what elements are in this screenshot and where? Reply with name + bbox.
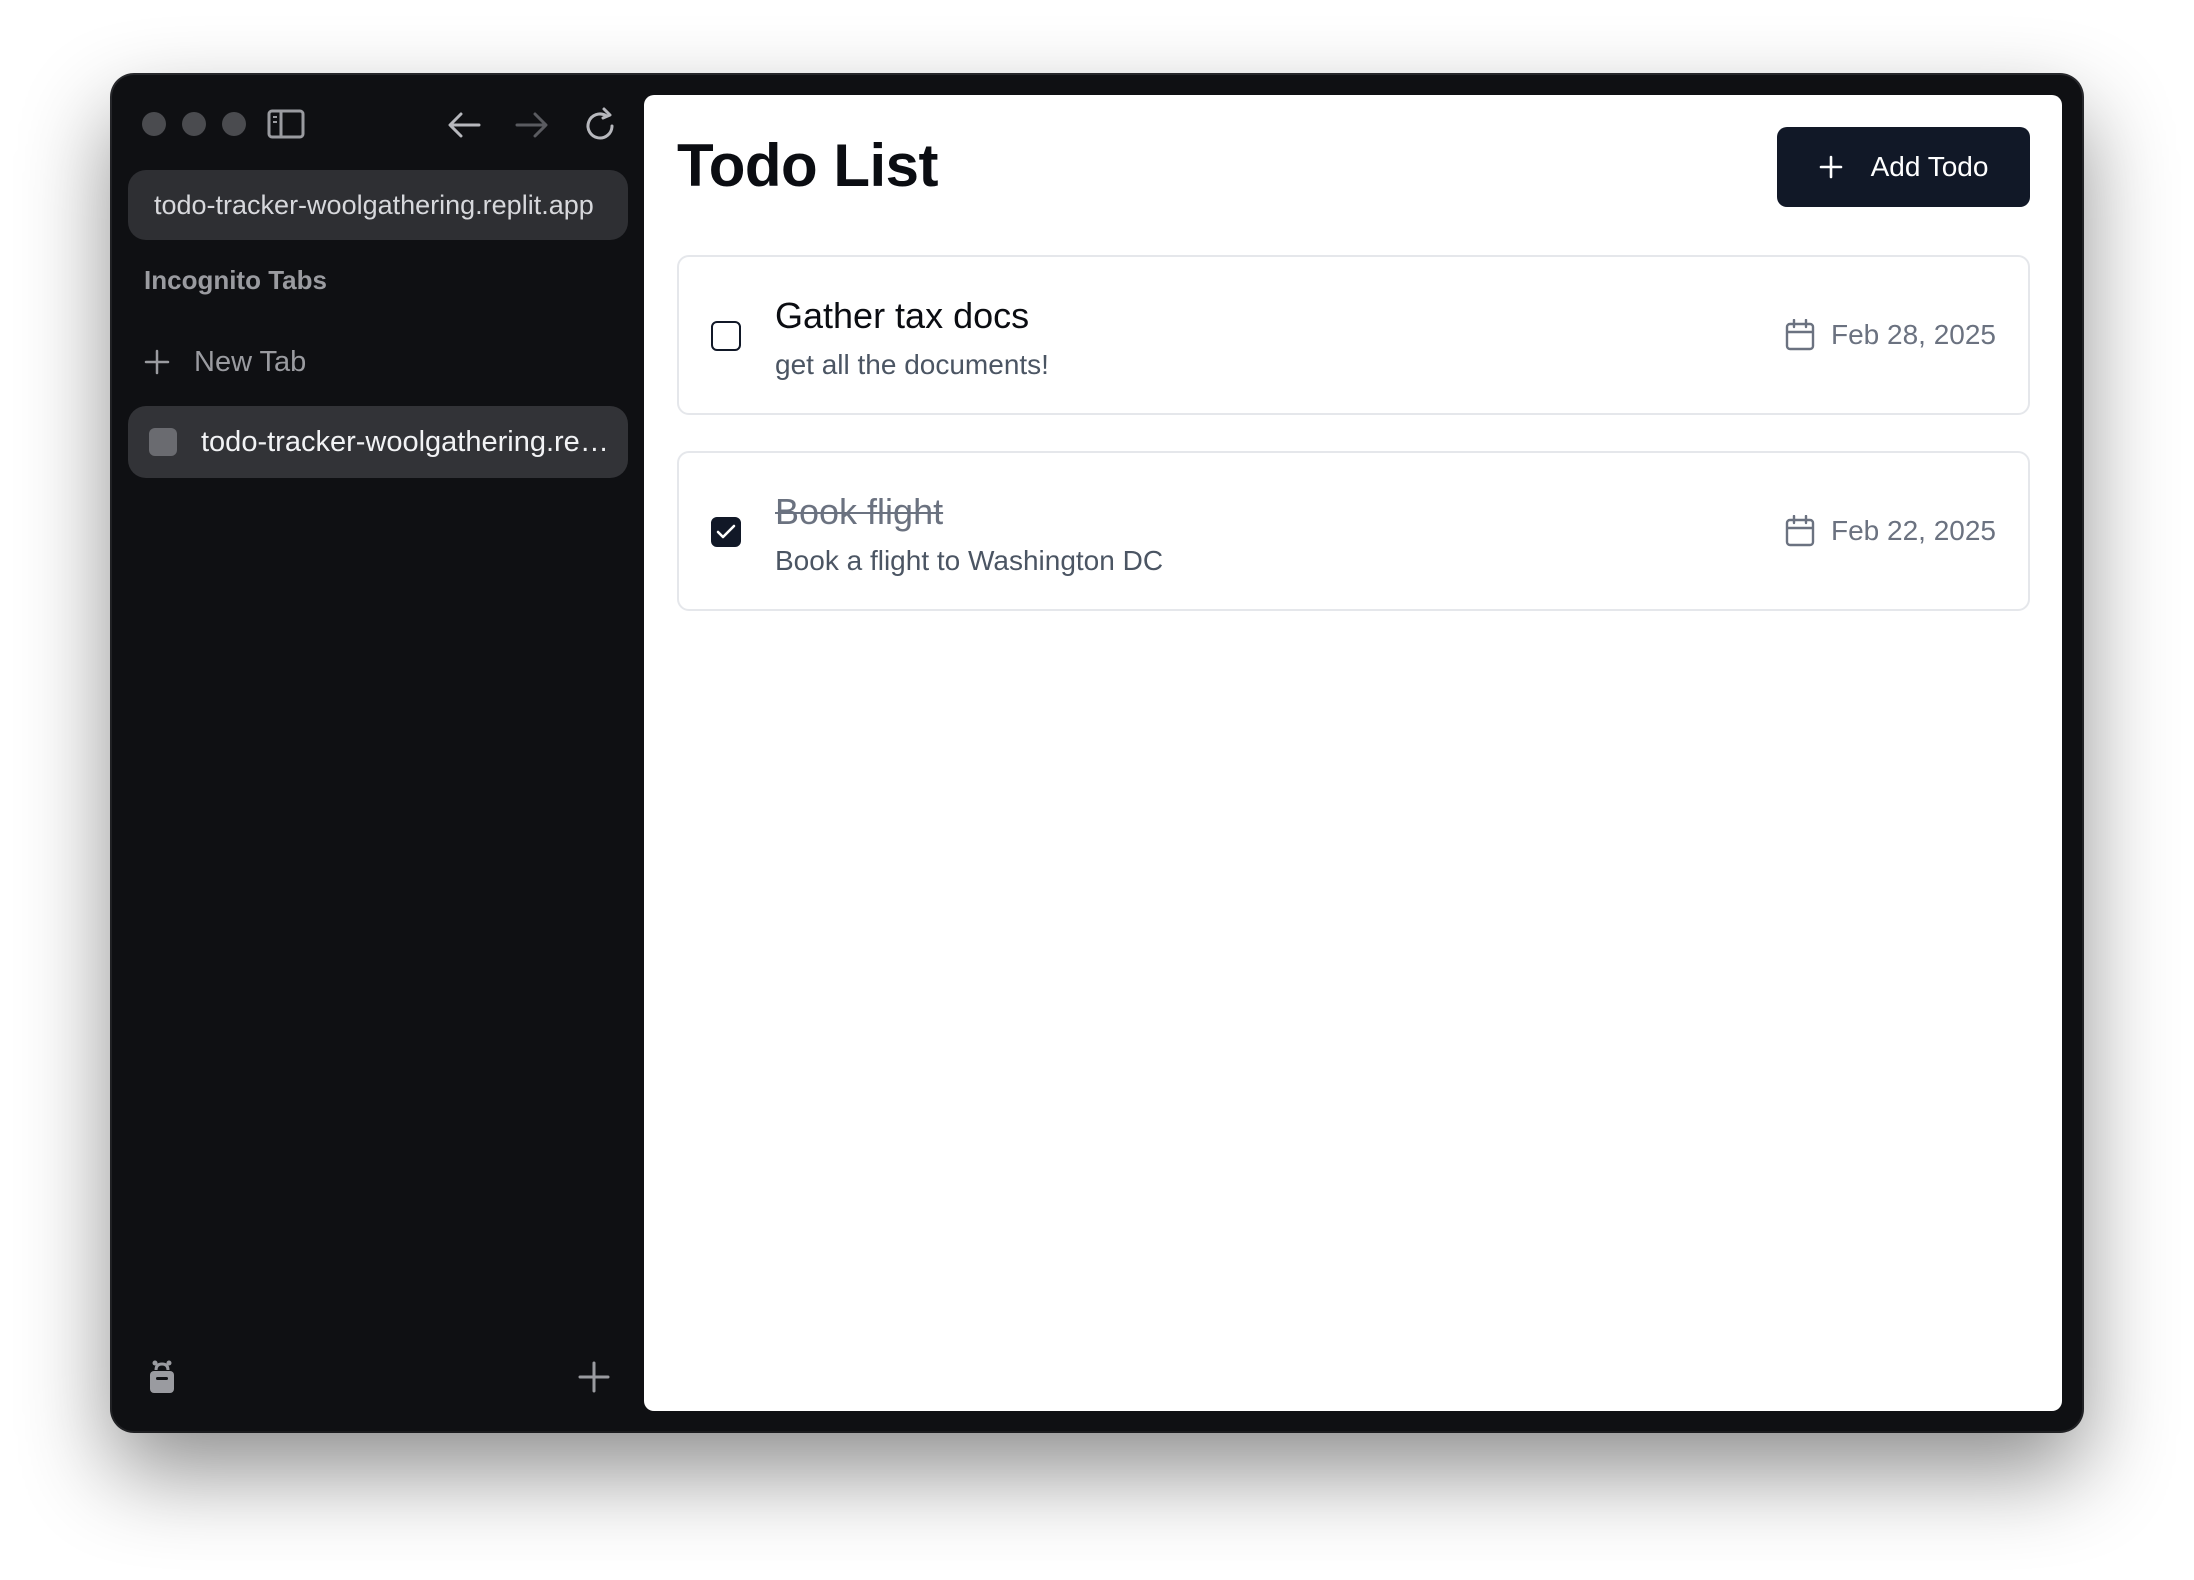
tab-title: todo-tracker-woolgathering.replit.app: [201, 425, 611, 458]
url-bar[interactable]: todo-tracker-woolgathering.replit.app: [128, 170, 628, 240]
incognito-tabs-label: Incognito Tabs: [144, 265, 327, 295]
browser-sidebar: todo-tracker-woolgathering.replit.app In…: [112, 75, 644, 1431]
todo-date-text: Feb 22, 2025: [1830, 515, 1996, 546]
add-todo-button[interactable]: Add Todo: [1777, 127, 2030, 207]
page-content: Todo List Add Todo Gather tax docs get a…: [644, 95, 2062, 1411]
add-todo-label: Add Todo: [1870, 151, 1989, 182]
plus-icon: [1819, 155, 1843, 179]
todo-checkbox-checked[interactable]: [711, 517, 741, 547]
new-tab-button[interactable]: New Tab: [144, 340, 306, 384]
todo-title: Book flight: [775, 491, 944, 532]
todo-title: Gather tax docs: [775, 295, 1030, 336]
todo-due-date: Feb 22, 2025: [1785, 515, 1996, 547]
todo-due-date: Feb 28, 2025: [1785, 319, 1996, 351]
todo-item: Book flight Book a flight to Washington …: [677, 451, 2030, 611]
new-tab-label: New Tab: [194, 345, 307, 378]
tab-todo-tracker[interactable]: todo-tracker-woolgathering.replit.app: [128, 406, 628, 478]
browser-window: todo-tracker-woolgathering.replit.app In…: [112, 75, 2082, 1431]
add-tab-plus-icon[interactable]: [574, 1357, 614, 1397]
todo-checkbox[interactable]: [711, 321, 741, 351]
checkmark-icon: [716, 524, 736, 539]
incognito-icon[interactable]: [142, 1357, 182, 1397]
maximize-window-button[interactable]: [222, 112, 246, 136]
favicon-icon: [149, 428, 177, 456]
calendar-icon: [1785, 319, 1815, 351]
plus-icon: [144, 349, 170, 375]
close-window-button[interactable]: [142, 112, 166, 136]
todo-item: Gather tax docs get all the documents! F…: [677, 255, 2030, 415]
todo-description: Book a flight to Washington DC: [775, 545, 1164, 576]
forward-arrow-icon[interactable]: [512, 105, 552, 145]
todo-date-text: Feb 28, 2025: [1830, 319, 1996, 350]
sidebar-toggle-icon[interactable]: [266, 107, 306, 141]
minimize-window-button[interactable]: [182, 112, 206, 136]
back-arrow-icon[interactable]: [444, 105, 484, 145]
reload-icon[interactable]: [580, 103, 622, 145]
todo-description: get all the documents!: [775, 349, 1049, 380]
page-title: Todo List: [677, 132, 939, 199]
calendar-icon: [1785, 515, 1815, 547]
